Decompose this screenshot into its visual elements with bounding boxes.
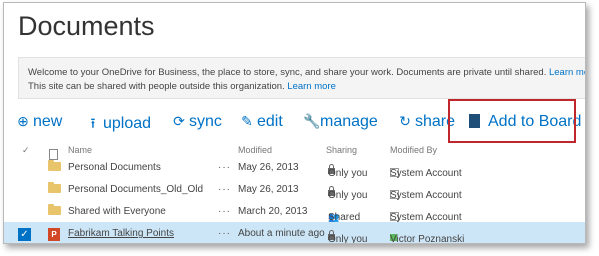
- plus-circle-icon: ⊕: [17, 113, 29, 129]
- item-name[interactable]: Personal Documents_Old_Old: [68, 184, 203, 195]
- share-button[interactable]: ↻ share: [398, 113, 455, 131]
- upload-button[interactable]: ⭱ upload: [86, 113, 152, 137]
- list-row-selected[interactable]: ✓ P Fabrikam Talking Points ··· About a …: [4, 222, 585, 243]
- edit-button[interactable]: ✎ edit: [240, 113, 283, 131]
- banner-text-2: This site can be shared with people outs…: [28, 81, 285, 92]
- checkmark-icon[interactable]: ✓: [18, 228, 31, 241]
- list-row[interactable]: Personal Documents ··· May 26, 2013 Only…: [4, 156, 585, 179]
- list-row[interactable]: Shared with Everyone ··· March 20, 2013 …: [4, 200, 585, 223]
- learn-more-link-2[interactable]: Learn more: [287, 81, 336, 92]
- info-banner: Welcome to your OneDrive for Business, t…: [18, 57, 585, 99]
- new-button[interactable]: ⊕ new: [16, 113, 62, 131]
- share-icon: ↻: [399, 113, 411, 129]
- learn-more-link-1[interactable]: Learn more her: [549, 67, 585, 78]
- column-modified[interactable]: Modified: [238, 145, 272, 155]
- item-modified: March 20, 2013: [238, 206, 308, 217]
- select-all-check-icon[interactable]: ✓: [22, 145, 30, 156]
- item-modified: May 26, 2013: [238, 162, 299, 173]
- ellipsis-menu[interactable]: ···: [218, 228, 231, 239]
- item-modified: May 26, 2013: [238, 184, 299, 195]
- ellipsis-menu[interactable]: ···: [218, 162, 231, 173]
- ellipsis-menu[interactable]: ···: [218, 184, 231, 195]
- sync-icon: ⟳: [173, 113, 185, 129]
- manage-button[interactable]: 🔧manage: [303, 113, 378, 131]
- column-name[interactable]: Name: [68, 145, 92, 155]
- sync-button[interactable]: ⟳ sync: [172, 113, 222, 131]
- wrench-icon: 🔧: [303, 113, 321, 129]
- folder-icon: [48, 182, 61, 193]
- documents-window: Documents Welcome to your OneDrive for B…: [3, 2, 586, 244]
- ellipsis-menu[interactable]: ···: [218, 206, 231, 217]
- pencil-icon: ✎: [241, 113, 253, 129]
- banner-text-1: Welcome to your OneDrive for Business, t…: [28, 67, 547, 78]
- list-row[interactable]: Personal Documents_Old_Old ··· May 26, 2…: [4, 178, 585, 201]
- upload-icon: ⭱: [90, 115, 96, 131]
- item-name[interactable]: Shared with Everyone: [68, 206, 166, 217]
- item-modified: About a minute ago: [238, 228, 325, 239]
- page-title: Documents: [18, 11, 155, 41]
- powerpoint-icon: P: [48, 228, 60, 241]
- item-name[interactable]: Fabrikam Talking Points: [68, 228, 174, 239]
- column-sharing[interactable]: Sharing: [326, 145, 357, 155]
- folder-icon: [48, 160, 61, 171]
- item-name[interactable]: Personal Documents: [68, 162, 161, 173]
- highlight-box: [448, 99, 576, 143]
- column-modified-by[interactable]: Modified By: [390, 145, 437, 155]
- folder-icon: [48, 204, 61, 215]
